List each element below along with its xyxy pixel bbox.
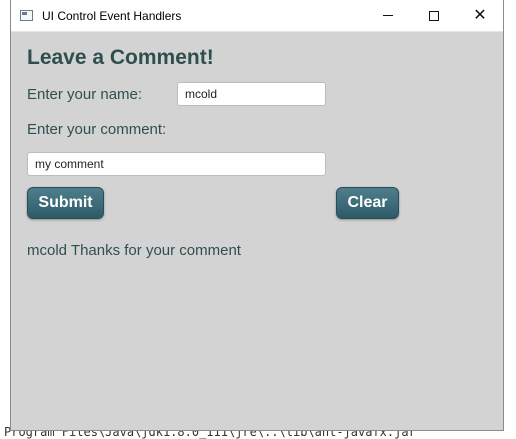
app-window-icon — [20, 10, 33, 21]
maximize-button[interactable] — [411, 0, 457, 31]
close-button[interactable]: ✕ — [457, 0, 503, 31]
window-title: UI Control Event Handlers — [42, 8, 182, 23]
maximize-icon — [429, 10, 439, 21]
close-icon: ✕ — [473, 6, 487, 24]
status-message: mcold Thanks for your comment — [27, 242, 241, 259]
name-label: Enter your name: — [27, 86, 143, 103]
minimize-button[interactable] — [365, 0, 411, 31]
background-editor-right — [502, 0, 516, 439]
title-bar[interactable]: UI Control Event Handlers ✕ — [11, 0, 503, 32]
clear-button[interactable]: Clear — [336, 187, 399, 219]
comment-label: Enter your comment: — [27, 121, 167, 138]
app-window: UI Control Event Handlers ✕ Leave a Comm… — [10, 0, 504, 431]
page-title: Leave a Comment! — [27, 46, 214, 69]
comment-input[interactable]: my comment — [27, 152, 326, 176]
submit-button[interactable]: Submit — [27, 187, 104, 219]
minimize-icon — [383, 15, 393, 16]
background-editor-left — [0, 0, 10, 439]
name-input[interactable]: mcold — [177, 82, 326, 106]
